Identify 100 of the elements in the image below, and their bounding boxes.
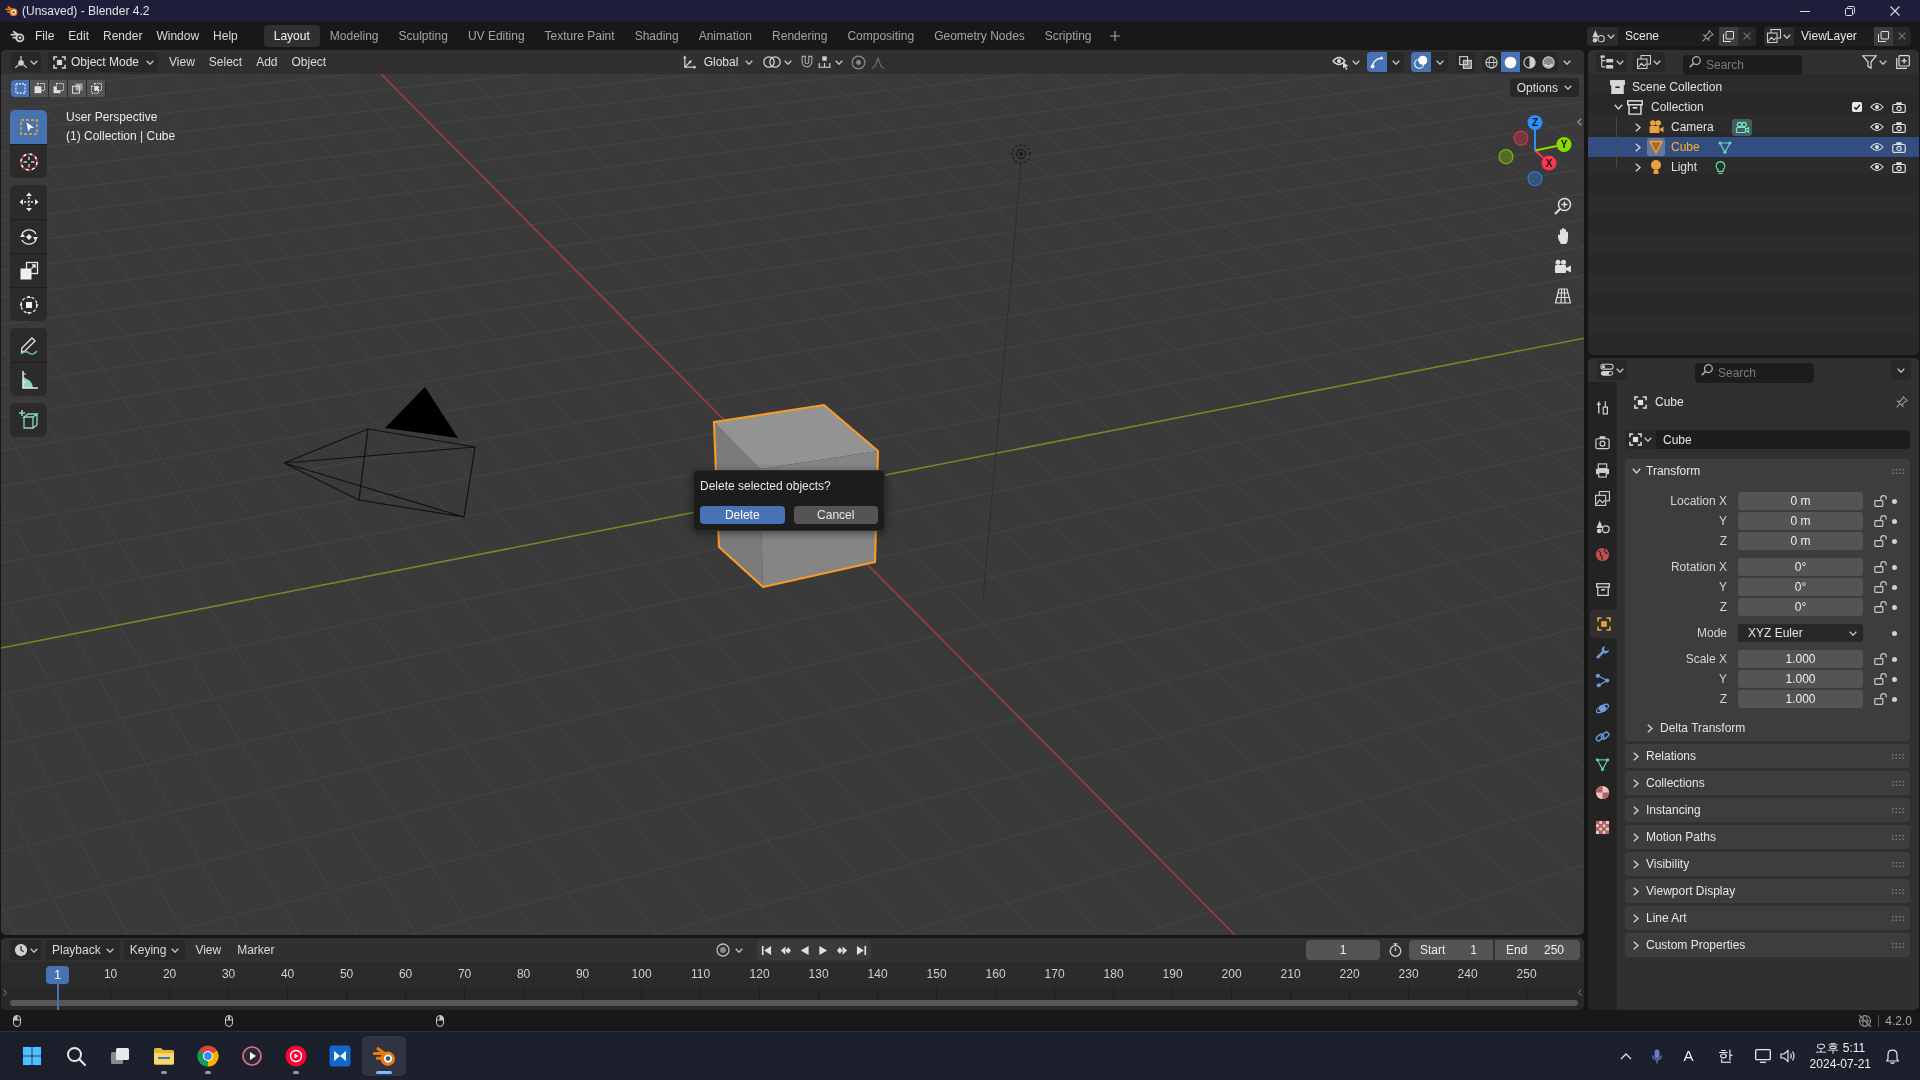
pin-icon[interactable] — [1896, 396, 1908, 408]
caret-icon[interactable] — [784, 59, 793, 65]
padlock-icon[interactable] — [1874, 561, 1887, 573]
number-field[interactable]: 0 m — [1738, 492, 1863, 510]
dialog-button[interactable]: Cancel — [793, 506, 878, 524]
outliner-row[interactable]: Scene Collection — [1588, 77, 1919, 97]
tool-button[interactable] — [10, 403, 47, 437]
camera-icon[interactable] — [1892, 141, 1906, 153]
minimize-icon[interactable] — [1799, 10, 1810, 12]
panel-header[interactable]: Motion Paths — [1625, 825, 1910, 849]
new-view-layer-button[interactable] — [1874, 26, 1893, 46]
hand-icon[interactable] — [1556, 227, 1570, 245]
camera-icon[interactable] — [1892, 121, 1906, 133]
movie-camera-icon[interactable] — [1554, 258, 1572, 274]
search-field[interactable]: Search — [1683, 55, 1802, 75]
view-layer-name-field[interactable]: ViewLayer — [1794, 26, 1874, 46]
popover-dropdown[interactable]: Keying — [123, 940, 186, 960]
play-reverse-icon[interactable] — [798, 944, 810, 956]
number-field[interactable]: 0 m — [1738, 512, 1863, 530]
camera-icon[interactable] — [1892, 101, 1906, 113]
shading-mode-button[interactable] — [1520, 52, 1539, 72]
menu-item[interactable]: View — [189, 940, 228, 960]
chevron-right-icon[interactable] — [3, 989, 7, 996]
padlock-icon[interactable] — [1874, 535, 1887, 547]
chevron-right-icon[interactable] — [1633, 859, 1639, 869]
workspace-tab[interactable]: Rendering — [762, 25, 838, 47]
axis-ball[interactable] — [1527, 115, 1543, 130]
workspace-tab[interactable]: Scripting — [1034, 25, 1102, 47]
options-dropdown[interactable]: Options — [1509, 78, 1579, 97]
task-view-icon[interactable] — [110, 1047, 130, 1065]
chevron-right-icon[interactable] — [1633, 913, 1639, 923]
padlock-icon[interactable] — [1874, 495, 1887, 507]
caret-icon[interactable] — [1879, 59, 1887, 65]
number-field[interactable]: 0° — [1738, 578, 1863, 596]
caret-icon[interactable] — [30, 59, 38, 65]
tool-button[interactable] — [10, 144, 47, 178]
panel-header[interactable]: Relations — [1625, 744, 1910, 768]
menu-item[interactable]: Marker — [231, 940, 281, 960]
workspace-tab[interactable]: Layout — [263, 25, 320, 47]
dot-icon[interactable] — [1892, 498, 1897, 504]
target-circle-icon[interactable] — [851, 54, 867, 70]
monitor-icon[interactable] — [1754, 1049, 1771, 1063]
workspace-tab[interactable]: Animation — [688, 25, 763, 47]
drag-handle-icon[interactable] — [1892, 861, 1904, 867]
search-icon[interactable] — [66, 1046, 86, 1066]
view-layer-browse-button[interactable] — [1764, 26, 1794, 46]
previous-keyframe-icon[interactable] — [779, 944, 791, 956]
chevron-left-icon[interactable] — [1577, 118, 1582, 126]
start-frame-field[interactable]: Start 1 — [1409, 940, 1493, 960]
workspace-tab[interactable]: Texture Paint — [534, 25, 625, 47]
workspace-tab[interactable]: Sculpting — [388, 25, 458, 47]
dot-icon[interactable] — [1892, 676, 1897, 682]
menu-item[interactable]: View — [162, 52, 202, 72]
chevron-right-icon[interactable] — [1633, 805, 1639, 815]
number-field[interactable]: 0 m — [1738, 532, 1863, 550]
scrollbar[interactable] — [10, 1000, 1578, 1006]
input-mode-indicator[interactable]: A — [1683, 1044, 1694, 1068]
gizmo-toggle[interactable] — [1367, 52, 1387, 72]
tool-button[interactable] — [10, 328, 47, 362]
caret-icon[interactable] — [1391, 59, 1400, 65]
caret-icon[interactable] — [835, 59, 844, 65]
mode-dropdown[interactable]: Object Mode — [48, 52, 158, 72]
chevron-right-icon[interactable] — [1633, 886, 1639, 896]
caret-icon[interactable] — [1897, 367, 1905, 373]
chevron-right-icon[interactable] — [1633, 778, 1639, 788]
skip-to-end-icon[interactable] — [855, 944, 867, 956]
magnet-icon[interactable] — [800, 55, 815, 69]
tool-button[interactable] — [10, 253, 47, 287]
panel-header[interactable]: Visibility — [1625, 852, 1910, 876]
shading-mode-button[interactable] — [1482, 52, 1501, 72]
eye-icon[interactable] — [1870, 162, 1884, 172]
properties-tab[interactable] — [1590, 610, 1617, 638]
caret-icon[interactable] — [29, 947, 38, 953]
orientation-dropdown[interactable]: Global — [677, 52, 758, 72]
object-name-field[interactable]: Cube — [1656, 430, 1910, 449]
chevron-right-icon[interactable] — [1635, 142, 1641, 152]
eye-pointer-icon[interactable] — [1332, 54, 1349, 70]
caret-icon[interactable] — [1615, 59, 1624, 65]
overlay-toggle[interactable] — [1411, 52, 1431, 72]
padlock-icon[interactable] — [1874, 581, 1887, 593]
drag-handle-icon[interactable] — [1892, 807, 1904, 813]
eye-icon[interactable] — [1870, 142, 1884, 152]
caret-icon[interactable] — [1564, 85, 1572, 90]
dot-icon[interactable] — [1892, 696, 1897, 702]
zoom-in-icon[interactable] — [1554, 197, 1572, 215]
drag-handle-icon[interactable] — [1892, 834, 1904, 840]
tool-button[interactable] — [10, 219, 47, 253]
panel-header[interactable]: Line Art — [1625, 906, 1910, 930]
workspace-tab[interactable]: Modeling — [319, 25, 389, 47]
panel-header[interactable]: Viewport Display — [1625, 879, 1910, 903]
outliner-row[interactable]: Camera — [1588, 117, 1919, 137]
workspace-tab[interactable]: Shading — [624, 25, 689, 47]
menu-item[interactable]: Object — [284, 52, 334, 72]
chevron-down-icon[interactable] — [1613, 104, 1623, 110]
camera-icon[interactable] — [1892, 161, 1906, 173]
microphone-icon[interactable] — [1651, 1048, 1662, 1064]
playhead[interactable]: 1 — [46, 966, 69, 1010]
dot-icon[interactable] — [1892, 604, 1897, 610]
drag-handle-icon[interactable] — [1892, 888, 1904, 894]
windows-logo-icon[interactable] — [22, 1046, 42, 1066]
